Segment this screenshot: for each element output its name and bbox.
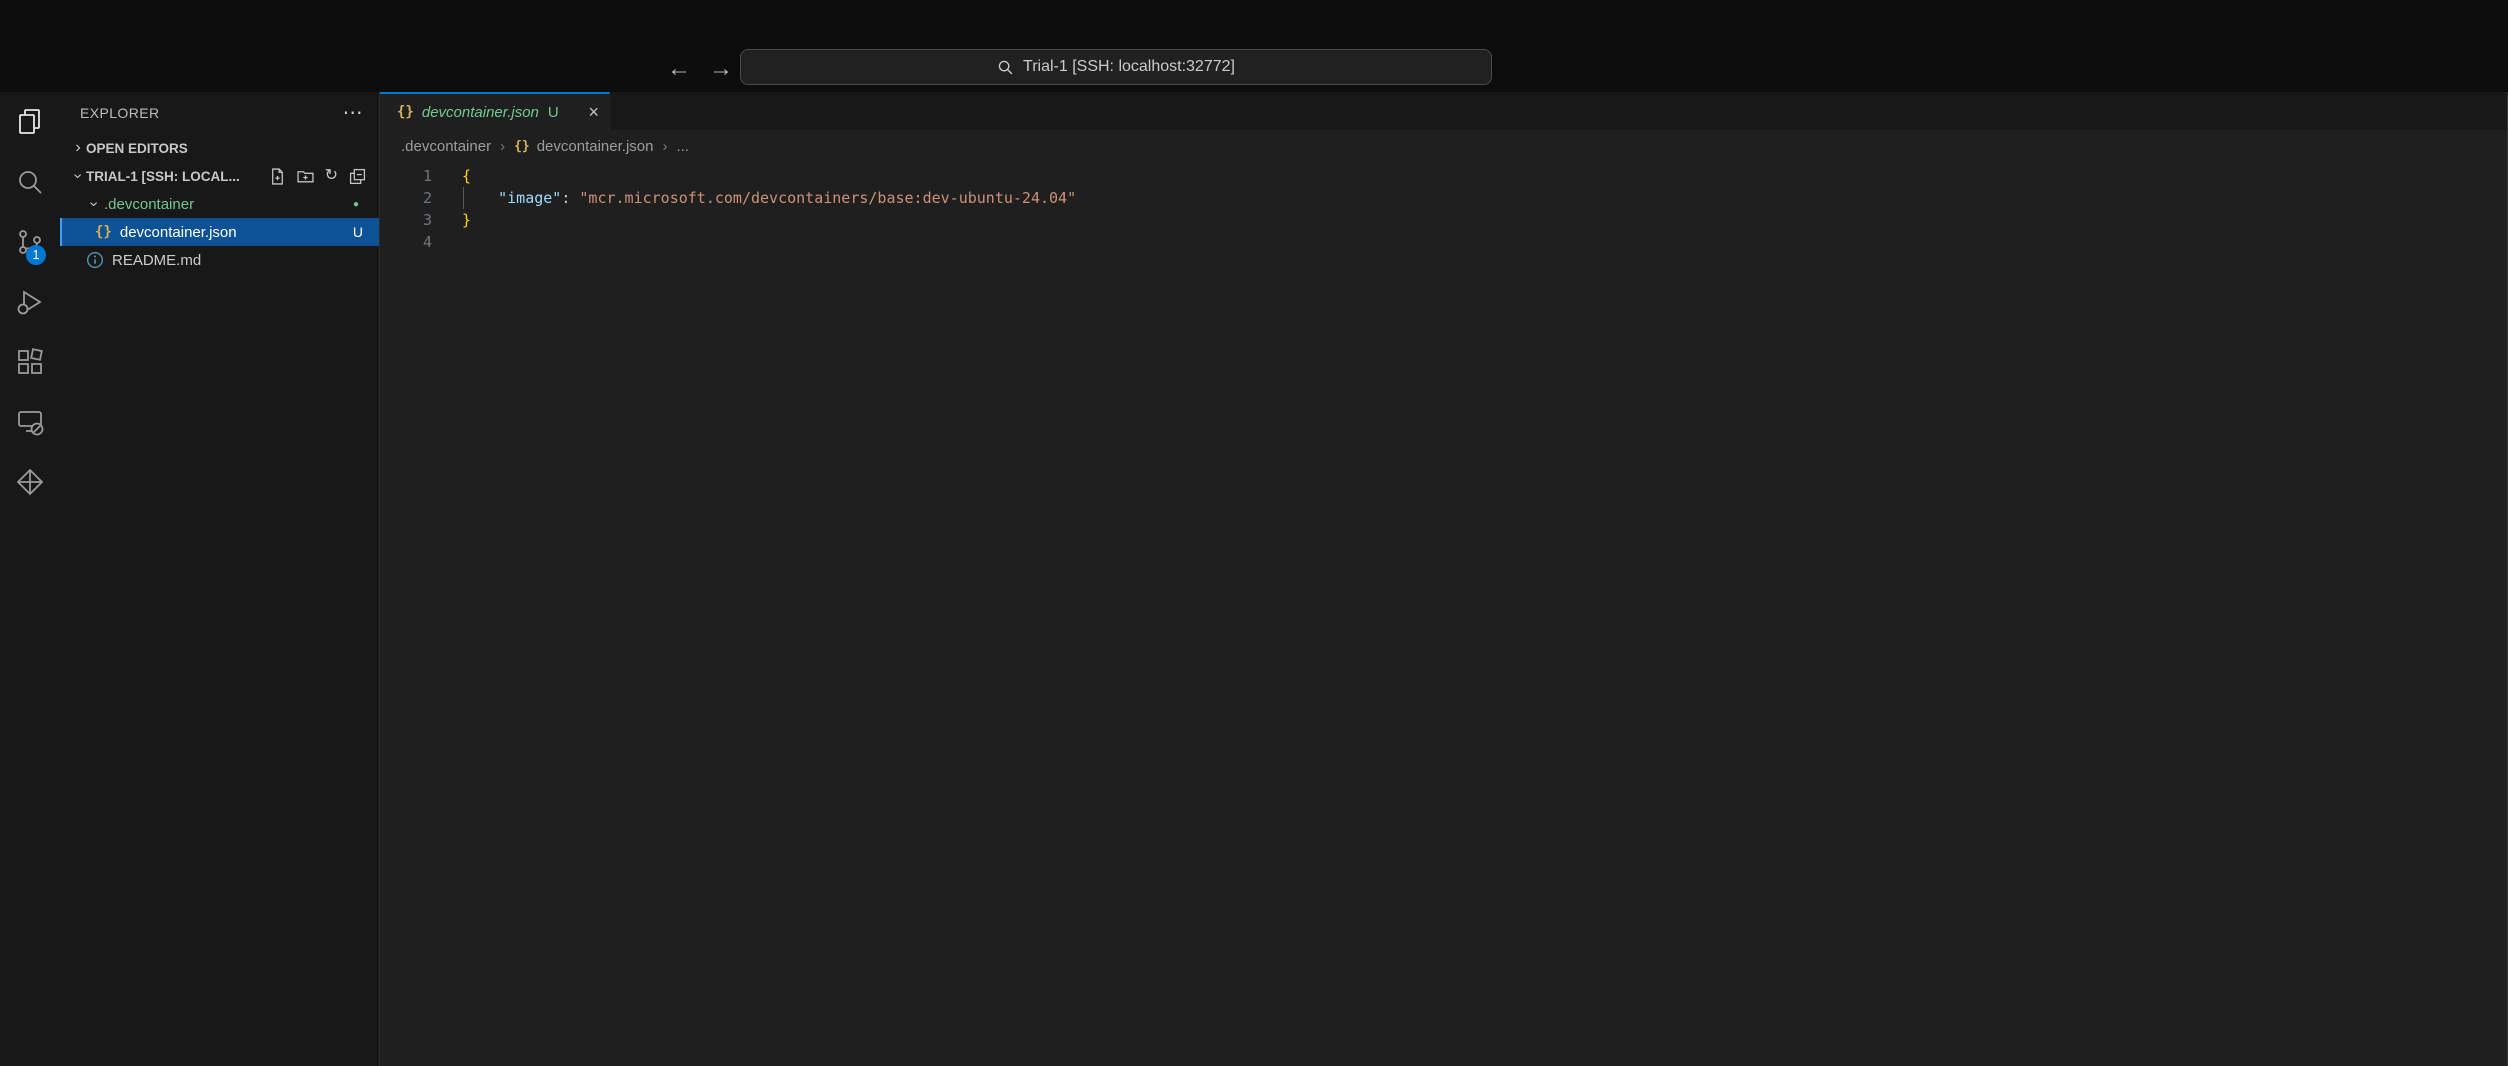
- nav-controls: ← →: [666, 52, 734, 86]
- more-actions-icon[interactable]: ⋯: [343, 103, 363, 123]
- code-line-text: {: [432, 165, 471, 187]
- breadcrumb: .devcontainer › {} devcontainer.json › .…: [380, 130, 2508, 162]
- titlebar: ← → Trial-1 [SSH: localhost:32772]: [0, 0, 2508, 92]
- line-number: 2: [380, 187, 432, 209]
- chevron-down-icon: ›: [86, 195, 102, 213]
- file-label: devcontainer.json: [120, 224, 237, 241]
- vscode-window: ← → Trial-1 [SSH: localhost:32772]: [0, 0, 2508, 1066]
- sidebar-title-row: EXPLORER ⋯: [60, 92, 379, 134]
- new-file-icon[interactable]: [269, 168, 286, 185]
- activity-search-button[interactable]: [0, 152, 60, 212]
- workbench: 1: [0, 92, 2508, 1066]
- breadcrumb-separator-icon: ›: [662, 138, 667, 155]
- workspace-section-label: TRIAL-1 [SSH: LOCAL...: [86, 169, 240, 184]
- search-icon: [15, 167, 45, 197]
- line-number: 1: [380, 165, 432, 187]
- sidebar-title: EXPLORER: [80, 105, 159, 121]
- chevron-down-icon: ›: [70, 167, 86, 185]
- breadcrumb-folder[interactable]: .devcontainer: [401, 138, 491, 155]
- window-title: Trial-1 [SSH: localhost:32772]: [1023, 58, 1235, 76]
- tab-devcontainer-json[interactable]: {} devcontainer.json U ×: [380, 92, 610, 130]
- code-line[interactable]: 3}: [380, 209, 2508, 231]
- tree-item-devcontainer-folder[interactable]: › .devcontainer ●: [60, 190, 379, 218]
- folder-label: .devcontainer: [104, 196, 194, 213]
- code-line[interactable]: 4: [380, 231, 2508, 253]
- open-editors-header[interactable]: › OPEN EDITORS: [60, 134, 379, 162]
- json-file-icon: {}: [514, 139, 530, 154]
- chevron-right-icon: ›: [70, 139, 86, 157]
- activity-source-control-button[interactable]: 1: [0, 212, 60, 272]
- new-folder-icon[interactable]: [297, 168, 314, 185]
- activity-containers-button[interactable]: [0, 452, 60, 512]
- line-number: 4: [380, 231, 432, 253]
- code-editor[interactable]: 1{2 "image": "mcr.microsoft.com/devconta…: [380, 162, 2508, 253]
- section-actions: ↻: [269, 168, 379, 185]
- code-line-text: }: [432, 209, 471, 231]
- activity-bar: 1: [0, 92, 60, 1066]
- tree-item-readme[interactable]: README.md: [60, 246, 379, 274]
- code-line[interactable]: 1{: [380, 165, 2508, 187]
- tab-label: devcontainer.json: [422, 104, 539, 121]
- indent-guide: [463, 187, 464, 209]
- git-status-badge: U: [353, 224, 363, 240]
- code-lines: 1{2 "image": "mcr.microsoft.com/devconta…: [380, 165, 2508, 253]
- run-and-debug-icon: [15, 287, 45, 317]
- activity-remote-explorer-button[interactable]: [0, 392, 60, 452]
- refresh-icon[interactable]: ↻: [325, 168, 338, 185]
- tree-item-devcontainer-json[interactable]: {} devcontainer.json U: [60, 218, 379, 246]
- search-icon: [997, 59, 1014, 76]
- code-line[interactable]: 2 "image": "mcr.microsoft.com/devcontain…: [380, 187, 2508, 209]
- tab-close-icon[interactable]: ×: [588, 103, 599, 121]
- nav-back-icon[interactable]: ←: [666, 52, 692, 86]
- line-number: 3: [380, 209, 432, 231]
- collapse-all-icon[interactable]: [349, 168, 366, 185]
- folder-modified-dot: ●: [353, 199, 359, 210]
- breadcrumb-symbol-more[interactable]: ...: [676, 138, 689, 155]
- breadcrumb-file[interactable]: devcontainer.json: [537, 138, 654, 155]
- activity-run-debug-button[interactable]: [0, 272, 60, 332]
- workspace-section-header[interactable]: › TRIAL-1 [SSH: LOCAL... ↻: [60, 162, 379, 190]
- code-line-text: [432, 231, 462, 253]
- open-editors-label: OPEN EDITORS: [86, 141, 188, 156]
- extensions-icon: [15, 347, 45, 377]
- remote-explorer-icon: [15, 407, 45, 437]
- explorer-files-icon: [15, 107, 45, 137]
- tab-bar: {} devcontainer.json U ×: [380, 92, 2508, 130]
- activity-extensions-button[interactable]: [0, 332, 60, 392]
- tab-git-decoration: U: [548, 104, 559, 121]
- command-center[interactable]: Trial-1 [SSH: localhost:32772]: [740, 49, 1492, 85]
- json-file-icon: {}: [95, 224, 112, 240]
- nav-forward-icon[interactable]: →: [708, 52, 734, 86]
- json-file-icon: {}: [397, 104, 414, 120]
- source-control-badge: 1: [26, 245, 46, 265]
- editor-area: {} devcontainer.json U × .devcontainer ›…: [380, 92, 2508, 1066]
- breadcrumb-separator-icon: ›: [500, 138, 505, 155]
- activity-explorer-button[interactable]: [0, 92, 60, 152]
- explorer-sidebar: EXPLORER ⋯ › OPEN EDITORS › TRIAL-1 [SSH…: [60, 92, 380, 1066]
- file-label: README.md: [112, 252, 201, 269]
- code-line-text: "image": "mcr.microsoft.com/devcontainer…: [432, 187, 1076, 209]
- readme-info-icon: [86, 251, 104, 269]
- containers-icon: [15, 467, 45, 497]
